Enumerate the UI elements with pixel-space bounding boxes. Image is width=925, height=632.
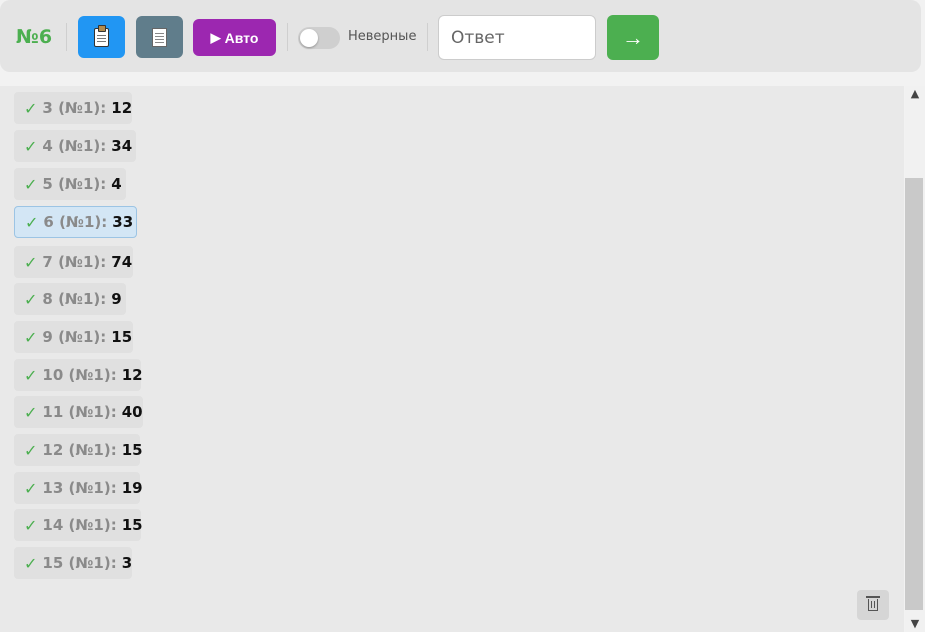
history-item-label: 11 (№1): [42, 403, 117, 421]
auto-button[interactable]: ▶ Авто [193, 19, 276, 56]
history-item-value: 3 [121, 554, 133, 572]
toolbar-divider [287, 23, 288, 51]
history-item[interactable]: ✓ 11 (№1): 40 [14, 396, 143, 428]
history-item[interactable]: ✓ 7 (№1): 74 [14, 246, 133, 278]
wrong-only-toggle[interactable] [298, 27, 340, 49]
history-item-label: 14 (№1): [42, 516, 117, 534]
history-item-value: 19 [121, 479, 143, 497]
history-item-label: 7 (№1): [42, 253, 107, 271]
history-item[interactable]: ✓ 5 (№1): 4 [14, 168, 126, 200]
check-icon: ✓ [24, 440, 38, 460]
check-icon: ✓ [24, 515, 38, 535]
scrollbar-thumb[interactable] [905, 178, 923, 610]
question-counter: №6 [16, 26, 53, 48]
history-item[interactable]: ✓ 10 (№1): 12 [14, 359, 143, 391]
history-item-label: 15 (№1): [42, 554, 117, 572]
history-item-label: 8 (№1): [42, 290, 107, 308]
document-button[interactable] [136, 16, 183, 58]
answer-input[interactable] [438, 15, 596, 60]
trash-icon [866, 596, 880, 611]
scroll-up-arrow-icon[interactable]: ▲ [905, 86, 925, 102]
toolbar-divider [427, 23, 428, 51]
history-list: ✓ 3 (№1): 12 ✓ 4 (№1): 34 ✓ 5 (№1): 4 ✓ 6 (№1): 33 ✓… [0, 86, 904, 632]
check-icon: ✓ [24, 553, 38, 573]
toggle-knob [300, 29, 318, 47]
scroll-down-arrow-icon[interactable]: ▼ [905, 616, 925, 632]
wrong-only-label: Неверные [348, 29, 417, 44]
history-item-value: 4 [111, 175, 122, 193]
history-item-label: 4 (№1): [42, 137, 107, 155]
history-item[interactable]: ✓ 6 (№1): 33 [14, 206, 137, 238]
history-item-label: 5 (№1): [42, 175, 107, 193]
check-icon: ✓ [24, 402, 38, 422]
history-item-label: 9 (№1): [42, 328, 107, 346]
history-item-value: 15 [121, 516, 143, 534]
history-item-value: 40 [121, 403, 143, 421]
history-item-value: 12 [111, 99, 133, 117]
history-item-label: 6 (№1): [43, 213, 108, 231]
history-item-value: 12 [121, 366, 143, 384]
check-icon: ✓ [24, 98, 38, 118]
check-icon: ✓ [24, 478, 38, 498]
history-item-value: 74 [111, 253, 133, 271]
history-item-label: 3 (№1): [42, 99, 107, 117]
history-item-value: 9 [111, 290, 122, 308]
check-icon: ✓ [24, 136, 38, 156]
auto-button-label: Авто [224, 29, 259, 46]
copy-button[interactable] [78, 16, 125, 58]
history-item[interactable]: ✓ 3 (№1): 12 [14, 92, 132, 124]
document-icon [152, 27, 167, 47]
history-item[interactable]: ✓ 12 (№1): 15 [14, 434, 143, 466]
history-item-value: 34 [111, 137, 133, 155]
clipboard-icon [94, 24, 109, 47]
history-item[interactable]: ✓ 15 (№1): 3 [14, 547, 132, 579]
history-item[interactable]: ✓ 9 (№1): 15 [14, 321, 133, 353]
scrollbar[interactable]: ▲ ▼ [905, 86, 925, 632]
history-item[interactable]: ✓ 8 (№1): 9 [14, 283, 126, 315]
submit-button[interactable]: → [607, 15, 659, 60]
history-item-label: 12 (№1): [42, 441, 117, 459]
history-item[interactable]: ✓ 13 (№1): 19 [14, 472, 143, 504]
check-icon: ✓ [24, 365, 38, 385]
history-item-label: 10 (№1): [42, 366, 117, 384]
history-item-label: 13 (№1): [42, 479, 117, 497]
history-item[interactable]: ✓ 14 (№1): 15 [14, 509, 143, 541]
check-icon: ✓ [24, 327, 38, 347]
toolbar-divider [66, 23, 67, 51]
history-item[interactable]: ✓ 4 (№1): 34 [14, 130, 136, 162]
check-icon: ✓ [24, 174, 38, 194]
history-item-value: 15 [111, 328, 133, 346]
check-icon: ✓ [24, 252, 38, 272]
history-item-value: 15 [121, 441, 143, 459]
play-icon: ▶ [210, 29, 221, 45]
check-icon: ✓ [24, 289, 38, 309]
toolbar: №6 ▶ Авто Неверные → [0, 0, 921, 72]
clear-history-button[interactable] [857, 590, 889, 620]
history-item-value: 33 [112, 213, 134, 231]
check-icon: ✓ [25, 212, 39, 232]
